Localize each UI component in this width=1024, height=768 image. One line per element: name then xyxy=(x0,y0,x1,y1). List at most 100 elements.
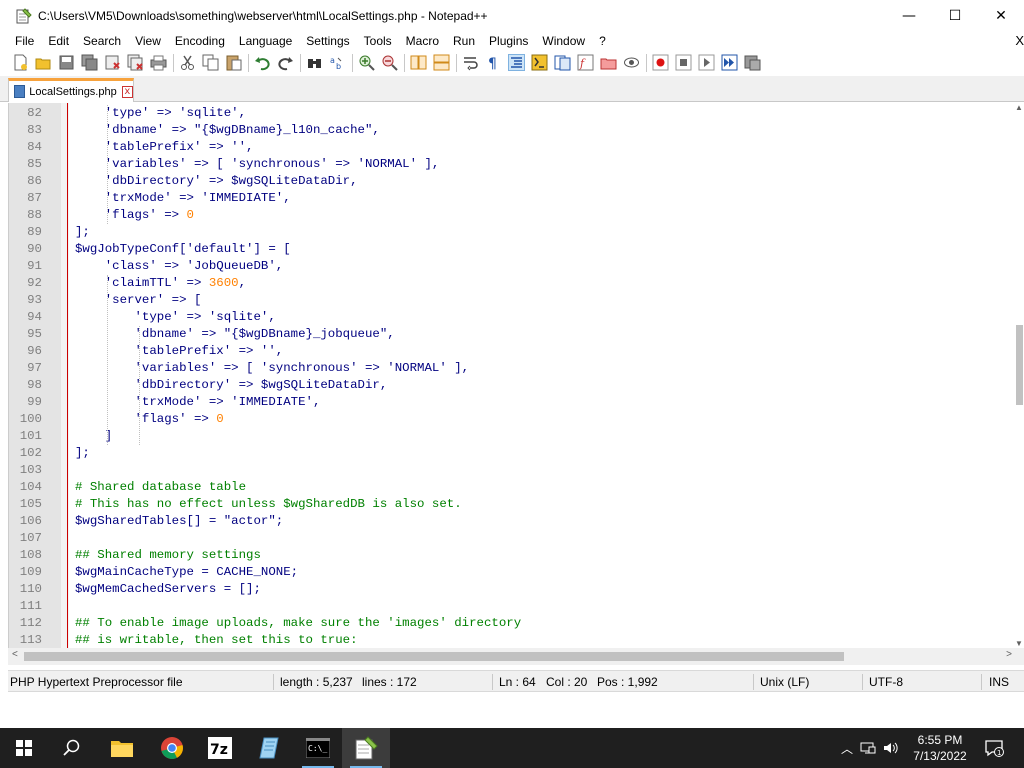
chrome-icon[interactable] xyxy=(148,728,196,768)
notepad-icon[interactable] xyxy=(246,728,294,768)
code-line[interactable]: 104 # Shared database table xyxy=(9,479,1015,496)
code-line[interactable]: 112 ## To enable image uploads, make sure… xyxy=(9,615,1015,632)
status-eol[interactable]: Unix (LF) xyxy=(760,671,809,693)
menu-view[interactable]: View xyxy=(128,31,168,51)
menu-edit[interactable]: Edit xyxy=(41,31,76,51)
run-macro-multiple-icon[interactable] xyxy=(721,54,738,71)
horizontal-scroll-thumb[interactable] xyxy=(24,652,844,661)
close-icon[interactable]: ✕ xyxy=(978,0,1024,31)
save-macro-icon[interactable] xyxy=(744,54,761,71)
menu-encoding[interactable]: Encoding xyxy=(168,31,232,51)
search-icon[interactable] xyxy=(48,728,96,768)
undo-icon[interactable] xyxy=(254,54,271,71)
notification-center-icon[interactable]: 1 xyxy=(982,728,1006,768)
menu-file[interactable]: File xyxy=(8,31,41,51)
code-line[interactable]: 86 'dbDirectory' => $wgSQLiteDataDir, xyxy=(9,173,1015,190)
save-icon[interactable] xyxy=(58,54,75,71)
show-all-characters-icon[interactable]: ¶ xyxy=(485,54,502,72)
maximize-icon[interactable]: ☐ xyxy=(932,0,978,31)
scroll-down-icon[interactable]: ▼ xyxy=(1015,639,1023,648)
tab-localsettings[interactable]: LocalSettings.php x xyxy=(8,78,134,102)
code-line[interactable]: 94 'type' => 'sqlite', xyxy=(9,309,1015,326)
status-encoding[interactable]: UTF-8 xyxy=(869,671,903,693)
scroll-up-icon[interactable]: ▲ xyxy=(1015,103,1023,112)
7zip-icon[interactable]: 7z xyxy=(196,728,244,768)
replace-icon[interactable]: ab xyxy=(329,54,346,71)
menu-search[interactable]: Search xyxy=(76,31,128,51)
menu-tools[interactable]: Tools xyxy=(357,31,399,51)
document-map-icon[interactable] xyxy=(554,54,571,71)
menu-window[interactable]: Window xyxy=(535,31,592,51)
volume-icon[interactable] xyxy=(880,741,902,755)
code-line[interactable]: 93 'server' => [ xyxy=(9,292,1015,309)
network-icon[interactable] xyxy=(856,741,880,755)
record-macro-icon[interactable] xyxy=(652,54,669,71)
code-line[interactable]: 83 'dbname' => "{$wgDBname}_l10n_cache", xyxy=(9,122,1015,139)
indent-guide-icon[interactable] xyxy=(508,54,525,71)
zoom-out-icon[interactable] xyxy=(381,54,398,71)
copy-icon[interactable] xyxy=(202,54,219,71)
tab-close-icon[interactable]: x xyxy=(121,85,133,98)
print-icon[interactable] xyxy=(150,54,167,71)
close-document-icon[interactable]: X xyxy=(1015,31,1024,51)
close-file-icon[interactable] xyxy=(104,54,121,71)
code-line[interactable]: 98 'dbDirectory' => $wgSQLiteDataDir, xyxy=(9,377,1015,394)
scroll-right-icon[interactable]: > xyxy=(1006,649,1012,660)
code-line[interactable]: 109 $wgMainCacheType = CACHE_NONE; xyxy=(9,564,1015,581)
menu-run[interactable]: Run xyxy=(446,31,482,51)
code-line[interactable]: 89]; xyxy=(9,224,1015,241)
menu-macro[interactable]: Macro xyxy=(399,31,446,51)
code-line[interactable]: 87 'trxMode' => 'IMMEDIATE', xyxy=(9,190,1015,207)
stop-recording-icon[interactable] xyxy=(675,54,692,71)
file-explorer-icon[interactable] xyxy=(98,728,146,768)
save-all-icon[interactable] xyxy=(81,54,98,71)
code-line[interactable]: 97 'variables' => [ 'synchronous' => 'NO… xyxy=(9,360,1015,377)
code-line[interactable]: 103 xyxy=(9,462,1015,479)
code-editor[interactable]: 82 'type' => 'sqlite', 83 'dbname' => "{$… xyxy=(8,103,1024,648)
redo-icon[interactable] xyxy=(277,54,294,71)
minimize-icon[interactable]: — xyxy=(886,0,932,31)
vertical-scrollbar[interactable]: ▲ ▼ xyxy=(1014,103,1024,648)
horizontal-scrollbar[interactable]: < > xyxy=(8,648,1024,665)
new-file-icon[interactable] xyxy=(12,54,29,71)
code-line[interactable]: 106 $wgSharedTables[] = "actor"; xyxy=(9,513,1015,530)
code-line[interactable]: 84 'tablePrefix' => '', xyxy=(9,139,1015,156)
folder-as-workspace-icon[interactable] xyxy=(600,54,617,71)
code-line[interactable]: 99 'trxMode' => 'IMMEDIATE', xyxy=(9,394,1015,411)
menu-language[interactable]: Language xyxy=(232,31,299,51)
status-insert-mode[interactable]: INS xyxy=(989,671,1009,693)
scroll-left-icon[interactable]: < xyxy=(12,649,18,660)
function-list-icon[interactable]: f xyxy=(577,54,594,71)
code-line[interactable]: 105 # This has no effect unless $wgShared… xyxy=(9,496,1015,513)
terminal-icon[interactable]: C:\_ xyxy=(294,728,342,768)
code-line[interactable]: 110 $wgMemCachedServers = []; xyxy=(9,581,1015,598)
code-line[interactable]: 82 'type' => 'sqlite', xyxy=(9,105,1015,122)
open-file-icon[interactable] xyxy=(35,54,52,71)
find-icon[interactable] xyxy=(306,54,323,71)
sync-horizontal-icon[interactable] xyxy=(433,54,450,71)
code-line[interactable]: 88 'flags' => 0 xyxy=(9,207,1015,224)
play-macro-icon[interactable] xyxy=(698,54,715,71)
menu-plugins[interactable]: Plugins xyxy=(482,31,535,51)
paste-icon[interactable] xyxy=(225,54,242,71)
menu-settings[interactable]: Settings xyxy=(299,31,356,51)
code-line[interactable]: 101 ] xyxy=(9,428,1015,445)
code-line[interactable]: 85 'variables' => [ 'synchronous' => 'NO… xyxy=(9,156,1015,173)
windows-start-icon[interactable] xyxy=(0,728,48,768)
notepad-plus-plus-icon[interactable] xyxy=(342,728,390,768)
language-icon[interactable] xyxy=(531,54,548,71)
code-line[interactable]: 92 'claimTTL' => 3600, xyxy=(9,275,1015,292)
zoom-in-icon[interactable] xyxy=(358,54,375,71)
monitoring-icon[interactable] xyxy=(623,54,640,71)
code-line[interactable]: 102]; xyxy=(9,445,1015,462)
cut-icon[interactable] xyxy=(179,54,196,71)
code-line[interactable]: 111 xyxy=(9,598,1015,615)
vertical-scroll-thumb[interactable] xyxy=(1016,325,1023,405)
chevron-up-icon[interactable]: ︿ xyxy=(838,740,856,757)
code-line[interactable]: 108 ## Shared memory settings xyxy=(9,547,1015,564)
code-line[interactable]: 95 'dbname' => "{$wgDBname}_jobqueue", xyxy=(9,326,1015,343)
close-all-icon[interactable] xyxy=(127,54,144,71)
sync-vertical-icon[interactable] xyxy=(410,54,427,71)
taskbar-clock[interactable]: 6:55 PM 7/13/2022 xyxy=(905,732,975,764)
code-line[interactable]: 100 'flags' => 0 xyxy=(9,411,1015,428)
